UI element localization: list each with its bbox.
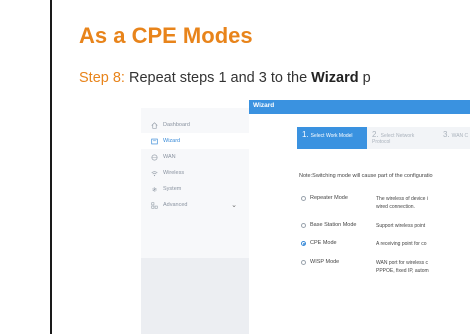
gear-icon bbox=[150, 185, 158, 193]
mode-description: WAN port for wireless c PPPOE, fixed IP, … bbox=[376, 259, 429, 275]
step-label: Step 8: bbox=[79, 70, 125, 86]
tab-number: 3. bbox=[443, 130, 450, 139]
sidebar-item-label: Wireless bbox=[163, 170, 185, 176]
mode-option-repeater[interactable]: Repeater Mode The wireless of device i wi… bbox=[301, 195, 470, 215]
radio-button[interactable] bbox=[301, 196, 306, 201]
home-icon bbox=[150, 121, 158, 129]
wizard-icon bbox=[150, 137, 158, 145]
switching-mode-note: Note:Switching mode will cause part of t… bbox=[299, 173, 433, 179]
mode-option-base-station[interactable]: Base Station Mode Support wireless point bbox=[301, 222, 470, 242]
mode-description: The wireless of device i wired connection… bbox=[376, 195, 428, 211]
router-ui-screenshot: Dashboard Wizard WAN Wireless System Adv… bbox=[136, 100, 470, 334]
tab-number: 2. bbox=[372, 130, 379, 139]
mode-option-wisp[interactable]: WISP Mode WAN port for wireless c PPPOE, … bbox=[301, 259, 470, 279]
sidebar-item-label: Wizard bbox=[163, 138, 181, 144]
page-title: Wizard bbox=[253, 102, 275, 109]
sidebar-item-label: System bbox=[163, 186, 182, 192]
sidebar-item-label: WAN bbox=[163, 154, 176, 160]
mode-name: Repeater Mode bbox=[310, 195, 348, 201]
step-bold-term: Wizard bbox=[311, 70, 359, 86]
mode-desc-line1: Support wireless point bbox=[376, 223, 426, 229]
sidebar-item-label: Dashboard bbox=[163, 122, 190, 128]
section-heading: As a CPE Modes bbox=[79, 23, 253, 48]
sidebar-item-system[interactable]: System bbox=[141, 181, 249, 197]
mode-name: Base Station Mode bbox=[310, 222, 357, 228]
sidebar-item-dashboard[interactable]: Dashboard bbox=[141, 117, 249, 133]
mode-desc-line1: A receiving point for co bbox=[376, 241, 427, 247]
mode-desc-line1: The wireless of device i bbox=[376, 196, 428, 202]
mode-desc-line2: PPPOE, fixed IP, autom bbox=[376, 268, 429, 274]
sidebar-item-wan[interactable]: WAN bbox=[141, 149, 249, 165]
tab-wan-config[interactable]: 3. WAN C bbox=[438, 127, 470, 149]
mode-option-cpe[interactable]: CPE Mode A receiving point for co bbox=[301, 240, 470, 260]
radio-button-selected[interactable] bbox=[301, 241, 306, 246]
main-panel: Wizard 1. Select Work Model 2. Select Netw… bbox=[249, 100, 470, 334]
mode-desc-line2: wired connection. bbox=[376, 204, 415, 210]
tab-label-line2: Protocol bbox=[372, 139, 391, 145]
page-left-border bbox=[50, 0, 52, 334]
wizard-header-bar: Wizard bbox=[249, 100, 470, 114]
tab-label: Select Work Model bbox=[310, 133, 353, 139]
tab-number: 1. bbox=[302, 130, 309, 139]
wifi-icon bbox=[150, 169, 158, 177]
sidebar-item-advanced[interactable]: Advanced ⌄ bbox=[141, 197, 249, 213]
mode-name: CPE Mode bbox=[310, 240, 337, 246]
sidebar-footer-area bbox=[141, 258, 249, 334]
mode-description: Support wireless point bbox=[376, 222, 425, 230]
step-text-end: p bbox=[358, 70, 371, 86]
sidebar: Dashboard Wizard WAN Wireless System Adv… bbox=[141, 108, 249, 334]
tab-select-network-protocol[interactable]: 2. Select Network Protocol bbox=[367, 127, 438, 149]
radio-button[interactable] bbox=[301, 260, 306, 265]
tab-label: WAN C bbox=[451, 133, 469, 139]
step-text: Repeat steps 1 and 3 to the bbox=[124, 70, 312, 86]
radio-button[interactable] bbox=[301, 223, 306, 228]
sidebar-item-label: Advanced bbox=[163, 202, 188, 208]
globe-icon bbox=[150, 153, 158, 161]
mode-desc-line1: WAN port for wireless c bbox=[376, 260, 429, 266]
advanced-icon bbox=[150, 201, 158, 209]
chevron-down-icon[interactable]: ⌄ bbox=[231, 201, 237, 209]
mode-description: A receiving point for co bbox=[376, 240, 427, 248]
step-instruction: Step 8: Repeat steps 1 and 3 to the Wiza… bbox=[79, 70, 371, 86]
sidebar-item-wireless[interactable]: Wireless bbox=[141, 165, 249, 181]
tab-select-work-model[interactable]: 1. Select Work Model bbox=[297, 127, 367, 149]
mode-name: WISP Mode bbox=[310, 259, 340, 265]
sidebar-item-wizard[interactable]: Wizard bbox=[141, 133, 249, 149]
